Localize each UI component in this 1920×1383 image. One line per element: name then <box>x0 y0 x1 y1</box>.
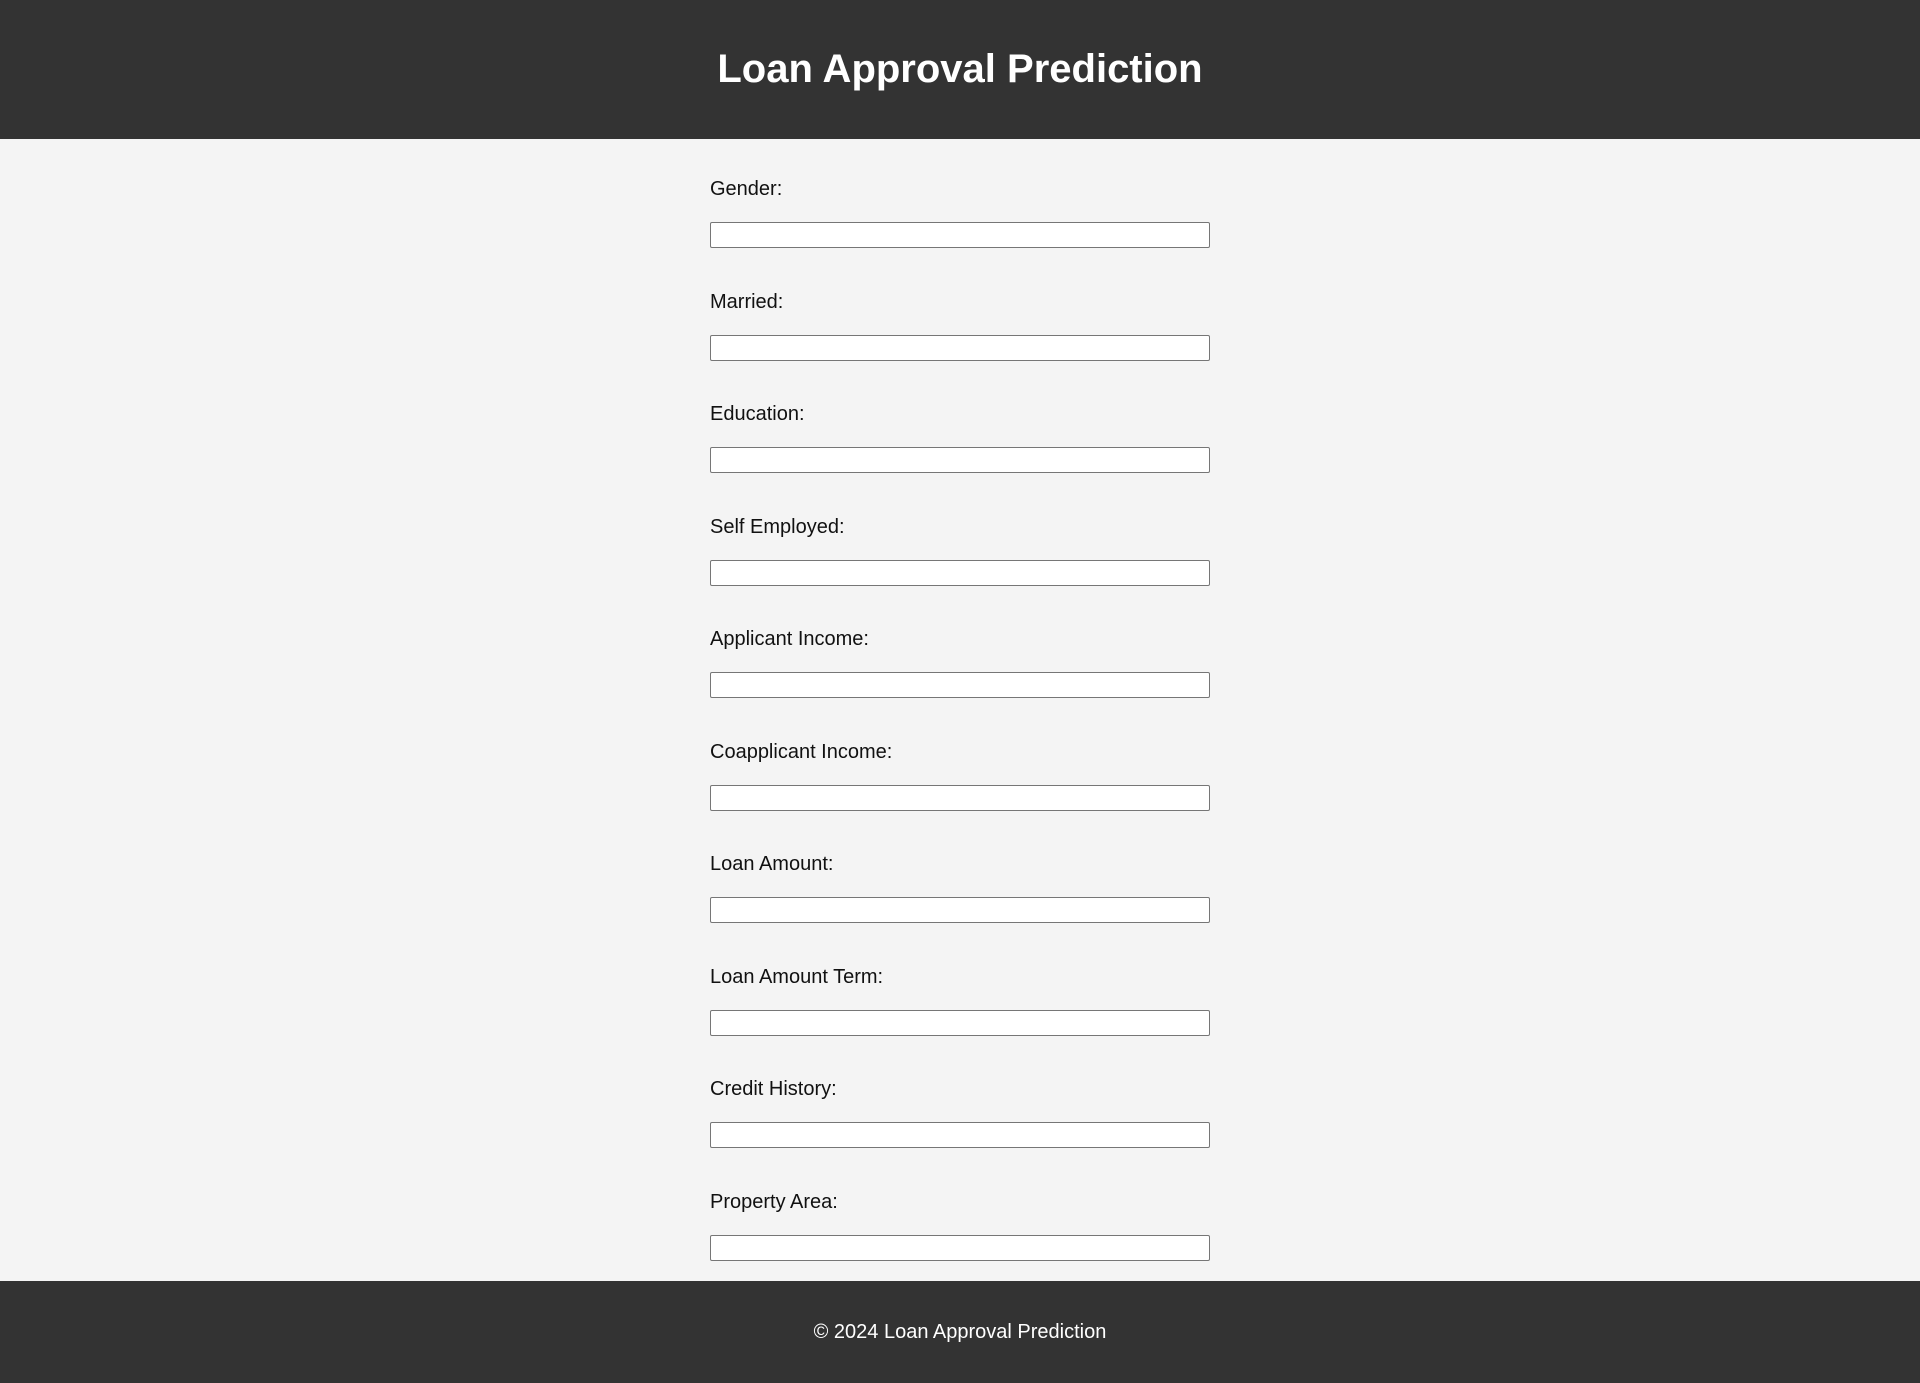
loan-amount-input[interactable] <box>710 897 1210 923</box>
married-input[interactable] <box>710 334 1210 361</box>
coapplicant-income-field-group: Coapplicant Income: <box>710 740 1210 853</box>
education-label: Education: <box>710 403 805 425</box>
property-area-input[interactable] <box>710 1234 1210 1261</box>
education-input[interactable] <box>710 447 1210 473</box>
married-label: Married: <box>710 290 784 313</box>
loan-form: Gender: Married: Education: Self Employe… <box>710 177 1210 1302</box>
credit-history-field-group: Credit History: <box>710 1077 1210 1190</box>
gender-label: Gender: <box>710 178 783 200</box>
credit-history-input[interactable] <box>710 1122 1210 1148</box>
self-employed-field-group: Self Employed: <box>710 515 1210 628</box>
page-title: Loan Approval Prediction <box>717 47 1203 91</box>
coapplicant-income-input[interactable] <box>710 784 1210 811</box>
coapplicant-income-label: Coapplicant Income: <box>710 740 893 763</box>
gender-input[interactable] <box>710 222 1210 248</box>
property-area-label: Property Area: <box>710 1190 838 1213</box>
page: Loan Approval Prediction Gender: Married… <box>0 0 1920 1383</box>
self-employed-input[interactable] <box>710 559 1210 586</box>
loan-amount-term-field-group: Loan Amount Term: <box>710 965 1210 1078</box>
applicant-income-input[interactable] <box>710 672 1210 698</box>
loan-amount-label: Loan Amount: <box>710 853 834 875</box>
self-employed-label: Self Employed: <box>710 515 845 538</box>
page-footer: © 2024 Loan Approval Prediction <box>0 1281 1920 1383</box>
married-field-group: Married: <box>710 290 1210 403</box>
applicant-income-label: Applicant Income: <box>710 628 869 650</box>
footer-copyright: © 2024 Loan Approval Prediction <box>813 1320 1107 1343</box>
gender-field-group: Gender: <box>710 177 1210 290</box>
loan-amount-term-input[interactable] <box>710 1009 1210 1036</box>
loan-amount-field-group: Loan Amount: <box>710 852 1210 965</box>
loan-amount-term-label: Loan Amount Term: <box>710 965 884 988</box>
applicant-income-field-group: Applicant Income: <box>710 627 1210 740</box>
page-header: Loan Approval Prediction <box>0 0 1920 139</box>
credit-history-label: Credit History: <box>710 1078 837 1100</box>
education-field-group: Education: <box>710 402 1210 515</box>
